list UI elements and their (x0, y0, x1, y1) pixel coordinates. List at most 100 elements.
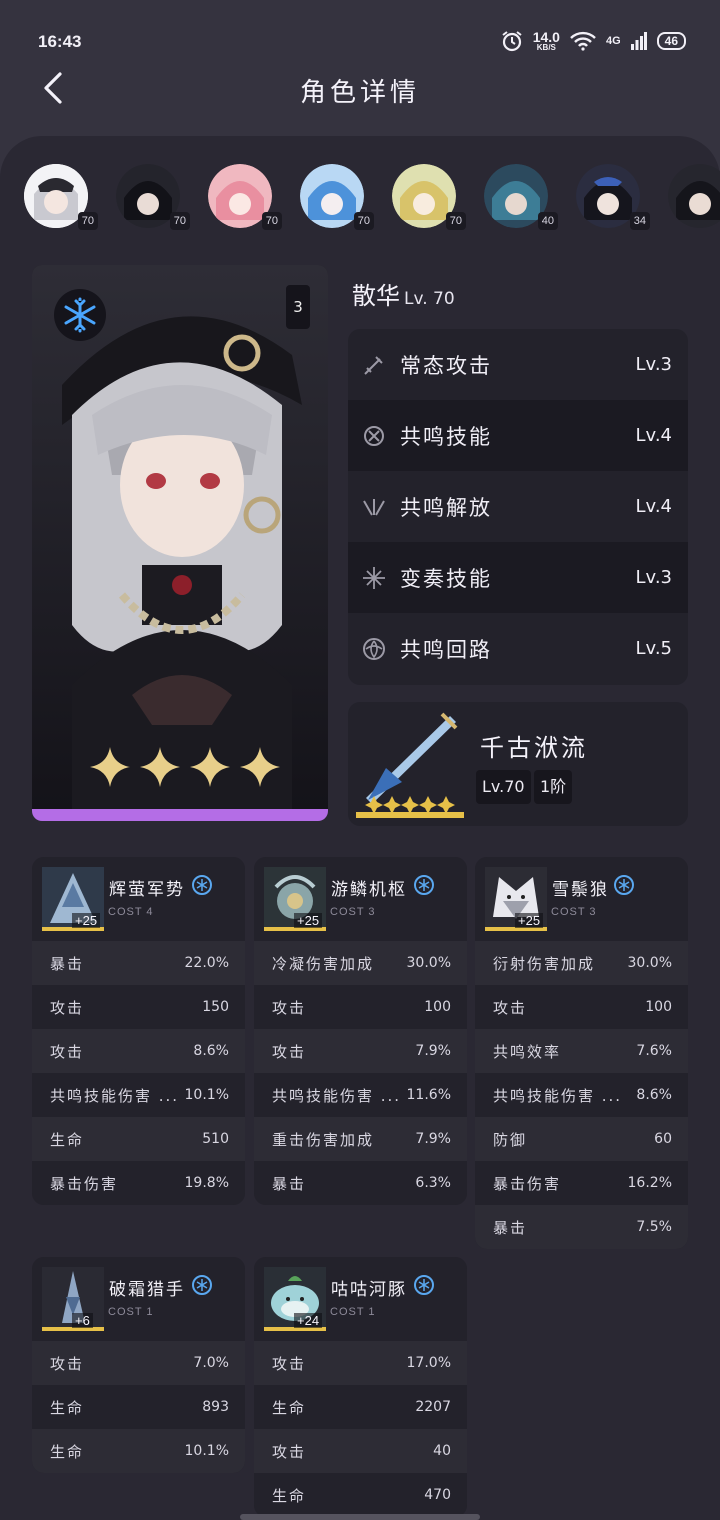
echo-card[interactable]: +6 破霜猎手 COST 1 攻击 7.0% 生命 893 生命 10.1% (32, 1257, 245, 1473)
skill-level: Lv.4 (635, 425, 672, 446)
character-avatar[interactable]: 70 (208, 164, 282, 232)
stat-value: 17.0% (406, 1355, 451, 1371)
echo-cost: COST 3 (330, 906, 376, 918)
echo-level: +25 (72, 913, 101, 928)
signal-icon (630, 32, 647, 50)
character-avatar[interactable]: 40 (484, 164, 558, 232)
stat-name: 共鸣技能伤害 ... (272, 1086, 402, 1105)
rank-badge: 3 (286, 285, 310, 329)
echo-card[interactable]: +24 咕咕河豚 COST 1 攻击 17.0% 生命 2207 攻击 40 生命 47… (254, 1257, 467, 1517)
stat-name: 生命 (50, 1398, 85, 1417)
echo-header: +25 辉萤军势 COST 4 (32, 857, 245, 941)
skill-level: Lv.3 (635, 567, 672, 588)
avatar-level: 70 (445, 212, 466, 230)
stat-name: 攻击 (272, 1442, 307, 1461)
glacio-icon (192, 875, 212, 895)
stat-value: 100 (645, 999, 672, 1015)
star-icon (90, 747, 130, 787)
echo-name: 辉萤军势 (109, 880, 185, 900)
character-avatar[interactable]: 34 (576, 164, 650, 232)
echo-header: +25 游鳞机枢 COST 3 (254, 857, 467, 941)
net-speed-unit: KB/S (536, 43, 556, 52)
page-title: 角色详情 (299, 78, 420, 108)
home-indicator[interactable] (240, 1514, 480, 1520)
circuit-icon (363, 637, 385, 660)
stat-row: 攻击 40 (254, 1429, 467, 1473)
skill-row[interactable]: 变奏技能 Lv.3 (348, 542, 688, 613)
stat-row: 衍射伤害加成 30.0% (475, 941, 688, 985)
stat-name: 攻击 (493, 998, 528, 1017)
stat-name: 共鸣技能伤害 ... (50, 1086, 180, 1105)
net-speed-value: 14.0 (532, 29, 560, 45)
stat-name: 防御 (493, 1130, 528, 1149)
echo-level: +24 (294, 1313, 323, 1328)
glacio-icon (192, 1275, 212, 1295)
echo-level: +25 (515, 913, 544, 928)
stat-row: 冷凝伤害加成 30.0% (254, 941, 467, 985)
stat-row: 攻击 7.9% (254, 1029, 467, 1073)
resonance-skill-icon (364, 425, 384, 446)
stat-row: 共鸣技能伤害 ... 10.1% (32, 1073, 245, 1117)
rarity-bar (32, 809, 328, 821)
weapon-card[interactable]: 千古洑流 Lv.70 1阶 (348, 702, 688, 826)
stat-row: 攻击 100 (475, 985, 688, 1029)
echo-name: 雪鬃狼 (552, 880, 609, 900)
stat-name: 生命 (272, 1486, 307, 1505)
echo-card[interactable]: +25 游鳞机枢 COST 3 冷凝伤害加成 30.0% 攻击 100 攻击 7.9%… (254, 857, 467, 1205)
weapon-name: 千古洑流 (480, 734, 588, 762)
header: 角色详情 (0, 60, 720, 116)
stat-name: 暴击伤害 (50, 1174, 119, 1193)
stat-row: 暴击伤害 19.8% (32, 1161, 245, 1205)
skill-level: Lv.3 (635, 354, 672, 375)
echo-name: 破霜猎手 (109, 1280, 185, 1300)
stat-name: 衍射伤害加成 (493, 954, 596, 973)
status-icons: 14.0 KB/S 4G 46 (501, 30, 686, 52)
star-icon (240, 747, 280, 787)
stat-name: 共鸣技能伤害 ... (493, 1086, 623, 1105)
character-avatar[interactable]: 70 (300, 164, 374, 232)
stat-row: 共鸣技能伤害 ... 11.6% (254, 1073, 467, 1117)
stat-name: 攻击 (272, 998, 307, 1017)
stat-row: 攻击 17.0% (254, 1341, 467, 1385)
stat-value: 40 (433, 1443, 451, 1459)
skill-row[interactable]: 共鸣解放 Lv.4 (348, 471, 688, 542)
stat-name: 重击伤害加成 (272, 1130, 375, 1149)
skill-level: Lv.5 (635, 638, 672, 659)
echo-header: +6 破霜猎手 COST 1 (32, 1257, 245, 1341)
network-type: 4G (605, 35, 621, 47)
glacio-icon (414, 875, 434, 895)
stat-row: 共鸣效率 7.6% (475, 1029, 688, 1073)
stat-value: 6.3% (415, 1175, 451, 1191)
echo-card[interactable]: +25 雪鬃狼 COST 3 衍射伤害加成 30.0% 攻击 100 共鸣效率 7.6… (475, 857, 688, 1249)
star-icon (190, 747, 230, 787)
avatar-level: 70 (169, 212, 190, 230)
stat-row: 生命 10.1% (32, 1429, 245, 1473)
skill-row[interactable]: 共鸣回路 Lv.5 (348, 613, 688, 684)
echo-cost: COST 3 (551, 906, 597, 918)
stat-row: 暴击 6.3% (254, 1161, 467, 1205)
stat-row: 攻击 100 (254, 985, 467, 1029)
glacio-icon (414, 1275, 434, 1295)
echo-header: +24 咕咕河豚 COST 1 (254, 1257, 467, 1341)
character-art (32, 265, 328, 809)
echo-card[interactable]: +25 辉萤军势 COST 4 暴击 22.0% 攻击 150 攻击 8.6% 共鸣技… (32, 857, 245, 1205)
skill-row[interactable]: 共鸣技能 Lv.4 (348, 400, 688, 471)
star-icon (140, 747, 180, 787)
character-avatar[interactable]: 70 (24, 164, 98, 232)
character-avatar[interactable]: 70 (116, 164, 190, 232)
sword-icon (364, 355, 383, 375)
stat-row: 暴击 22.0% (32, 941, 245, 985)
stat-value: 470 (424, 1487, 451, 1503)
character-avatar[interactable] (668, 164, 720, 232)
character-selector: 70 70 70 70 70 40 34 (24, 164, 720, 234)
stat-value: 8.6% (636, 1087, 672, 1103)
skill-row[interactable]: 常态攻击 Lv.3 (348, 329, 688, 400)
echo-level: +6 (72, 1313, 93, 1328)
status-time: 16:43 (38, 32, 82, 51)
weapon-level: Lv.70 (476, 770, 531, 804)
intro-skill-icon (363, 566, 385, 589)
character-avatar[interactable]: 70 (392, 164, 466, 232)
echo-cost: COST 1 (330, 1306, 376, 1318)
stat-row: 防御 60 (475, 1117, 688, 1161)
stat-value: 10.1% (184, 1087, 229, 1103)
